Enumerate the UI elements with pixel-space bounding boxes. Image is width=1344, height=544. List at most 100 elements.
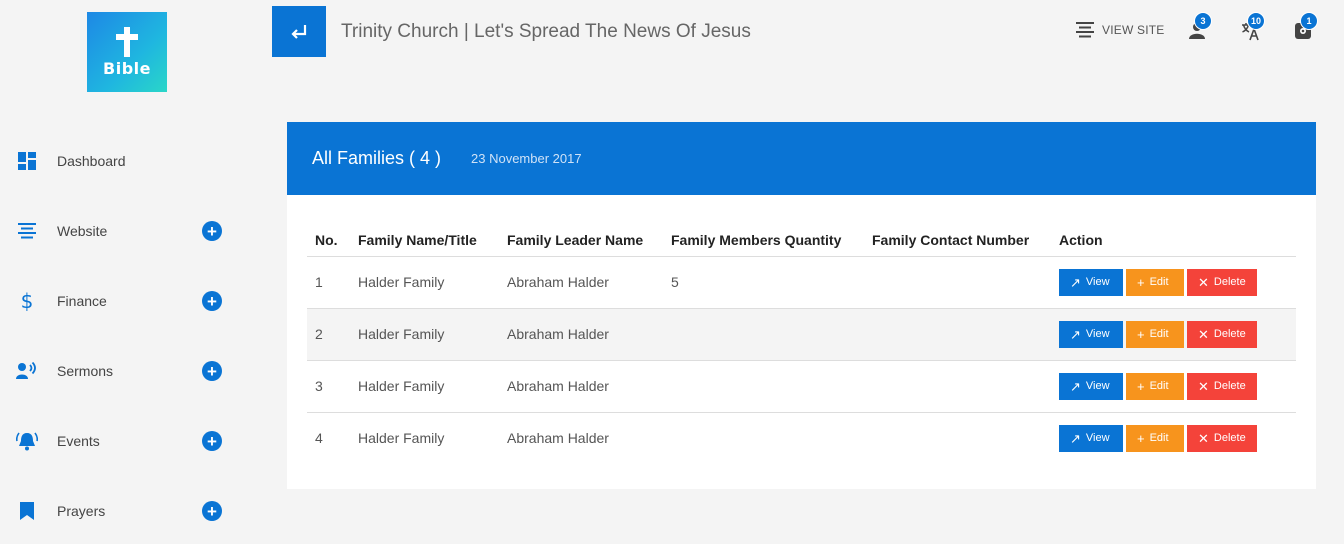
- bible-logo[interactable]: Bible: [87, 12, 167, 92]
- contact-number: [864, 308, 1051, 361]
- sidebar-item-label: Finance: [57, 293, 107, 309]
- sidebar: Bible Dashboard Website + $ Finance + Se…: [0, 0, 250, 544]
- arrow-up-right-icon: ↗: [1070, 430, 1081, 446]
- row-actions: ↗ View + Edit ✕ Delete: [1051, 412, 1296, 464]
- close-icon: ✕: [1198, 274, 1209, 290]
- sidebar-item-label: Events: [57, 433, 100, 449]
- row-actions: ↗ View + Edit ✕ Delete: [1051, 256, 1296, 309]
- table-row: 2 Halder Family Abraham Halder ↗ View + Edi…: [307, 308, 1296, 361]
- row-number: 4: [315, 430, 323, 447]
- contact-number: [864, 256, 1051, 309]
- family-leader: Abraham Halder: [499, 308, 663, 361]
- delete-button[interactable]: ✕ Delete: [1187, 320, 1257, 348]
- view-label: View: [1085, 432, 1110, 445]
- arrow-up-right-icon: ↗: [1070, 274, 1081, 290]
- view-label: View: [1085, 276, 1110, 288]
- back-button[interactable]: [272, 6, 326, 57]
- plus-icon: +: [1137, 378, 1145, 394]
- view-site-label: VIEW SITE: [1102, 23, 1165, 37]
- view-button[interactable]: ↗ View: [1059, 320, 1123, 348]
- table-row: 1 Halder Family Abraham Halder 5 ↗ View + E…: [307, 256, 1296, 309]
- view-label: View: [1085, 328, 1110, 340]
- row-actions: ↗ View + Edit ✕ Delete: [1051, 308, 1296, 361]
- cross-icon: [116, 26, 138, 57]
- column-header: Family Leader Name: [499, 224, 663, 257]
- edit-label: Edit: [1149, 380, 1169, 392]
- members-quantity: [663, 412, 864, 464]
- family-name: Halder Family: [350, 256, 499, 309]
- dollar-icon: $: [20, 289, 34, 313]
- card-date: 23 November 2017: [471, 151, 582, 166]
- family-name: Halder Family: [350, 308, 499, 361]
- family-name: Halder Family: [350, 360, 499, 413]
- add-website-button[interactable]: +: [202, 221, 222, 241]
- add-event-button[interactable]: +: [202, 431, 222, 451]
- plus-icon: +: [1137, 430, 1145, 446]
- translate-count-badge: 10: [1247, 12, 1266, 30]
- delete-button[interactable]: ✕ Delete: [1187, 268, 1257, 296]
- translate-button[interactable]: 10: [1239, 12, 1266, 42]
- edit-label: Edit: [1149, 276, 1169, 288]
- members-quantity: 5: [663, 256, 864, 309]
- delete-button[interactable]: ✕ Delete: [1187, 424, 1257, 452]
- sidebar-item-label: Dashboard: [57, 153, 126, 169]
- return-arrow-icon: [291, 24, 307, 39]
- edit-button[interactable]: + Edit: [1126, 268, 1184, 296]
- delete-label: Delete: [1213, 432, 1246, 445]
- edit-label: Edit: [1149, 432, 1169, 445]
- delete-label: Delete: [1213, 328, 1246, 340]
- families-table: No. Family Name/Title Family Leader Name…: [307, 224, 1296, 464]
- arrow-up-right-icon: ↗: [1070, 326, 1081, 342]
- sidebar-item-prayers[interactable]: Prayers +: [0, 491, 250, 531]
- sidebar-item-sermons[interactable]: Sermons +: [0, 351, 250, 391]
- add-sermon-button[interactable]: +: [202, 361, 222, 381]
- delete-button[interactable]: ✕ Delete: [1187, 372, 1257, 400]
- add-prayer-button[interactable]: +: [202, 501, 222, 521]
- row-number: 1: [307, 256, 350, 309]
- settings-button[interactable]: 1: [1292, 12, 1318, 42]
- view-label: View: [1085, 380, 1110, 392]
- close-icon: ✕: [1198, 430, 1209, 446]
- row-number: 2: [307, 308, 350, 361]
- table-header-row: No. Family Name/Title Family Leader Name…: [307, 224, 1296, 257]
- family-leader: Abraham Halder: [507, 430, 609, 447]
- close-icon: ✕: [1198, 378, 1209, 394]
- edit-button[interactable]: + Edit: [1126, 424, 1184, 452]
- sidebar-item-label: Prayers: [57, 503, 106, 519]
- table-row: 4 Halder Family Abraham Halder ↗ View + Edi…: [307, 412, 1296, 464]
- edit-label: Edit: [1149, 328, 1169, 340]
- align-center-icon: [16, 220, 38, 242]
- add-finance-button[interactable]: +: [202, 291, 222, 311]
- sidebar-item-label: Website: [57, 223, 108, 239]
- members-quantity: [663, 308, 864, 361]
- column-header: Family Name/Title: [350, 224, 499, 257]
- card-header: All Families ( 4 ) 23 November 2017: [287, 122, 1316, 195]
- family-name: Halder Family: [358, 430, 445, 447]
- sidebar-item-label: Sermons: [57, 363, 114, 379]
- card-title: All Families ( 4 ): [312, 148, 442, 168]
- family-leader: Abraham Halder: [499, 360, 663, 413]
- row-number: 3: [307, 360, 350, 413]
- delete-label: Delete: [1213, 276, 1246, 288]
- contact-number: [864, 412, 1051, 464]
- plus-icon: +: [1137, 274, 1145, 290]
- sidebar-item-finance[interactable]: $ Finance +: [0, 281, 250, 321]
- plus-icon: +: [1137, 326, 1145, 342]
- settings-count-badge: 1: [1300, 12, 1318, 30]
- sidebar-item-dashboard[interactable]: Dashboard: [0, 141, 250, 181]
- view-site-link[interactable]: VIEW SITE: [1076, 22, 1164, 38]
- users-button[interactable]: 3: [1186, 12, 1212, 42]
- logo-text: Bible: [103, 58, 151, 78]
- sidebar-item-events[interactable]: Events +: [0, 421, 250, 461]
- edit-button[interactable]: + Edit: [1126, 320, 1184, 348]
- view-button[interactable]: ↗ View: [1059, 424, 1123, 452]
- column-header: Family Members Quantity: [663, 224, 864, 257]
- edit-button[interactable]: + Edit: [1126, 372, 1184, 400]
- column-header: No.: [307, 224, 350, 257]
- view-button[interactable]: ↗ View: [1059, 268, 1123, 296]
- delete-label: Delete: [1213, 380, 1246, 392]
- view-button[interactable]: ↗ View: [1059, 372, 1123, 400]
- sidebar-item-website[interactable]: Website +: [0, 211, 250, 251]
- column-header: Action: [1051, 224, 1296, 257]
- align-center-icon: [1076, 22, 1094, 38]
